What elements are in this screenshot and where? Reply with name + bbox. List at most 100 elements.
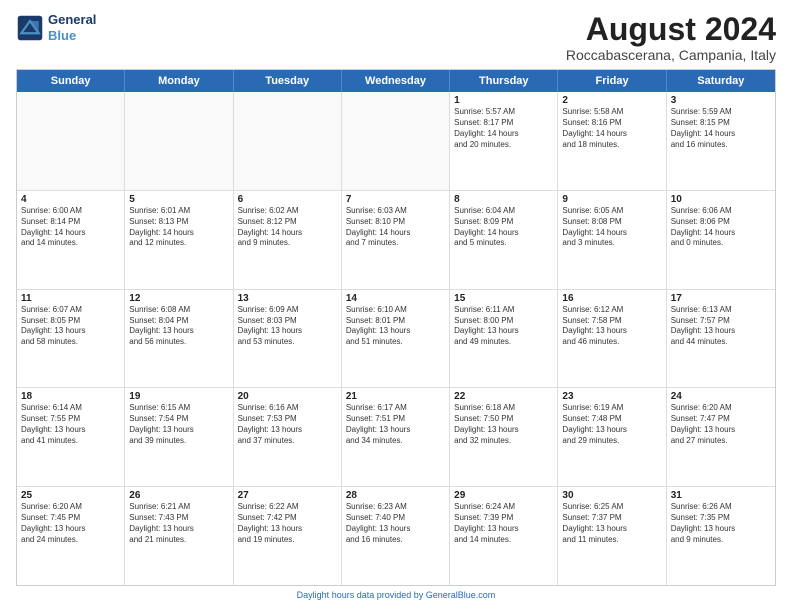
calendar-cell: 29Sunrise: 6:24 AM Sunset: 7:39 PM Dayli… xyxy=(450,487,558,585)
calendar-cell: 25Sunrise: 6:20 AM Sunset: 7:45 PM Dayli… xyxy=(17,487,125,585)
day-info: Sunrise: 6:18 AM Sunset: 7:50 PM Dayligh… xyxy=(454,403,553,446)
calendar-header: SundayMondayTuesdayWednesdayThursdayFrid… xyxy=(17,70,775,92)
day-number: 9 xyxy=(562,194,661,205)
day-number: 28 xyxy=(346,490,445,501)
day-number: 1 xyxy=(454,95,553,106)
calendar-cell: 31Sunrise: 6:26 AM Sunset: 7:35 PM Dayli… xyxy=(667,487,775,585)
page-subtitle: Roccabascerana, Campania, Italy xyxy=(566,47,776,63)
header-day-sunday: Sunday xyxy=(17,70,125,92)
calendar-body: 1Sunrise: 5:57 AM Sunset: 8:17 PM Daylig… xyxy=(17,92,775,585)
day-number: 12 xyxy=(129,293,228,304)
day-number: 19 xyxy=(129,391,228,402)
calendar-cell: 23Sunrise: 6:19 AM Sunset: 7:48 PM Dayli… xyxy=(558,388,666,486)
calendar-cell: 1Sunrise: 5:57 AM Sunset: 8:17 PM Daylig… xyxy=(450,92,558,190)
calendar-week-5: 25Sunrise: 6:20 AM Sunset: 7:45 PM Dayli… xyxy=(17,487,775,585)
day-info: Sunrise: 6:20 AM Sunset: 7:47 PM Dayligh… xyxy=(671,403,771,446)
calendar-cell: 30Sunrise: 6:25 AM Sunset: 7:37 PM Dayli… xyxy=(558,487,666,585)
header-day-tuesday: Tuesday xyxy=(234,70,342,92)
calendar-cell: 24Sunrise: 6:20 AM Sunset: 7:47 PM Dayli… xyxy=(667,388,775,486)
calendar-cell: 27Sunrise: 6:22 AM Sunset: 7:42 PM Dayli… xyxy=(234,487,342,585)
calendar-cell: 15Sunrise: 6:11 AM Sunset: 8:00 PM Dayli… xyxy=(450,290,558,388)
day-number: 26 xyxy=(129,490,228,501)
day-number: 30 xyxy=(562,490,661,501)
header-day-wednesday: Wednesday xyxy=(342,70,450,92)
footer-note: Daylight hours data provided by GeneralB… xyxy=(16,590,776,600)
day-number: 22 xyxy=(454,391,553,402)
calendar-cell: 7Sunrise: 6:03 AM Sunset: 8:10 PM Daylig… xyxy=(342,191,450,289)
day-info: Sunrise: 6:08 AM Sunset: 8:04 PM Dayligh… xyxy=(129,305,228,348)
day-number: 8 xyxy=(454,194,553,205)
page-title: August 2024 xyxy=(566,12,776,47)
day-info: Sunrise: 6:09 AM Sunset: 8:03 PM Dayligh… xyxy=(238,305,337,348)
day-number: 13 xyxy=(238,293,337,304)
day-info: Sunrise: 5:57 AM Sunset: 8:17 PM Dayligh… xyxy=(454,107,553,150)
logo-line1: General xyxy=(48,12,96,28)
day-number: 6 xyxy=(238,194,337,205)
title-block: August 2024 Roccabascerana, Campania, It… xyxy=(566,12,776,63)
calendar-week-1: 1Sunrise: 5:57 AM Sunset: 8:17 PM Daylig… xyxy=(17,92,775,191)
day-info: Sunrise: 6:19 AM Sunset: 7:48 PM Dayligh… xyxy=(562,403,661,446)
calendar-cell: 16Sunrise: 6:12 AM Sunset: 7:58 PM Dayli… xyxy=(558,290,666,388)
day-number: 21 xyxy=(346,391,445,402)
calendar-cell: 21Sunrise: 6:17 AM Sunset: 7:51 PM Dayli… xyxy=(342,388,450,486)
calendar-cell xyxy=(234,92,342,190)
calendar-cell: 6Sunrise: 6:02 AM Sunset: 8:12 PM Daylig… xyxy=(234,191,342,289)
day-info: Sunrise: 5:58 AM Sunset: 8:16 PM Dayligh… xyxy=(562,107,661,150)
logo-line2: Blue xyxy=(48,28,96,44)
day-info: Sunrise: 6:04 AM Sunset: 8:09 PM Dayligh… xyxy=(454,206,553,249)
day-number: 15 xyxy=(454,293,553,304)
calendar-cell xyxy=(17,92,125,190)
day-info: Sunrise: 6:07 AM Sunset: 8:05 PM Dayligh… xyxy=(21,305,120,348)
calendar-cell: 28Sunrise: 6:23 AM Sunset: 7:40 PM Dayli… xyxy=(342,487,450,585)
calendar-cell: 22Sunrise: 6:18 AM Sunset: 7:50 PM Dayli… xyxy=(450,388,558,486)
day-number: 7 xyxy=(346,194,445,205)
day-info: Sunrise: 6:20 AM Sunset: 7:45 PM Dayligh… xyxy=(21,502,120,545)
day-number: 14 xyxy=(346,293,445,304)
calendar-cell: 2Sunrise: 5:58 AM Sunset: 8:16 PM Daylig… xyxy=(558,92,666,190)
calendar-cell: 9Sunrise: 6:05 AM Sunset: 8:08 PM Daylig… xyxy=(558,191,666,289)
day-number: 5 xyxy=(129,194,228,205)
day-info: Sunrise: 6:11 AM Sunset: 8:00 PM Dayligh… xyxy=(454,305,553,348)
day-number: 25 xyxy=(21,490,120,501)
day-number: 27 xyxy=(238,490,337,501)
day-number: 17 xyxy=(671,293,771,304)
day-number: 11 xyxy=(21,293,120,304)
day-info: Sunrise: 6:23 AM Sunset: 7:40 PM Dayligh… xyxy=(346,502,445,545)
calendar-cell: 17Sunrise: 6:13 AM Sunset: 7:57 PM Dayli… xyxy=(667,290,775,388)
header-day-saturday: Saturday xyxy=(667,70,775,92)
header-day-thursday: Thursday xyxy=(450,70,558,92)
day-info: Sunrise: 6:17 AM Sunset: 7:51 PM Dayligh… xyxy=(346,403,445,446)
calendar-cell xyxy=(125,92,233,190)
day-info: Sunrise: 6:24 AM Sunset: 7:39 PM Dayligh… xyxy=(454,502,553,545)
day-number: 23 xyxy=(562,391,661,402)
calendar-week-2: 4Sunrise: 6:00 AM Sunset: 8:14 PM Daylig… xyxy=(17,191,775,290)
day-info: Sunrise: 6:02 AM Sunset: 8:12 PM Dayligh… xyxy=(238,206,337,249)
calendar-week-4: 18Sunrise: 6:14 AM Sunset: 7:55 PM Dayli… xyxy=(17,388,775,487)
day-info: Sunrise: 6:21 AM Sunset: 7:43 PM Dayligh… xyxy=(129,502,228,545)
calendar-cell: 11Sunrise: 6:07 AM Sunset: 8:05 PM Dayli… xyxy=(17,290,125,388)
day-info: Sunrise: 6:14 AM Sunset: 7:55 PM Dayligh… xyxy=(21,403,120,446)
day-info: Sunrise: 6:22 AM Sunset: 7:42 PM Dayligh… xyxy=(238,502,337,545)
day-number: 20 xyxy=(238,391,337,402)
day-info: Sunrise: 6:26 AM Sunset: 7:35 PM Dayligh… xyxy=(671,502,771,545)
calendar-cell: 14Sunrise: 6:10 AM Sunset: 8:01 PM Dayli… xyxy=(342,290,450,388)
day-info: Sunrise: 6:06 AM Sunset: 8:06 PM Dayligh… xyxy=(671,206,771,249)
day-number: 31 xyxy=(671,490,771,501)
day-info: Sunrise: 6:05 AM Sunset: 8:08 PM Dayligh… xyxy=(562,206,661,249)
calendar-cell: 3Sunrise: 5:59 AM Sunset: 8:15 PM Daylig… xyxy=(667,92,775,190)
calendar: SundayMondayTuesdayWednesdayThursdayFrid… xyxy=(16,69,776,586)
header-day-friday: Friday xyxy=(558,70,666,92)
day-info: Sunrise: 6:16 AM Sunset: 7:53 PM Dayligh… xyxy=(238,403,337,446)
logo-icon xyxy=(16,14,44,42)
footer-text: Daylight hours xyxy=(297,590,355,600)
calendar-cell xyxy=(342,92,450,190)
calendar-cell: 20Sunrise: 6:16 AM Sunset: 7:53 PM Dayli… xyxy=(234,388,342,486)
day-info: Sunrise: 6:10 AM Sunset: 8:01 PM Dayligh… xyxy=(346,305,445,348)
day-number: 24 xyxy=(671,391,771,402)
day-number: 18 xyxy=(21,391,120,402)
day-number: 3 xyxy=(671,95,771,106)
calendar-week-3: 11Sunrise: 6:07 AM Sunset: 8:05 PM Dayli… xyxy=(17,290,775,389)
day-number: 4 xyxy=(21,194,120,205)
calendar-cell: 12Sunrise: 6:08 AM Sunset: 8:04 PM Dayli… xyxy=(125,290,233,388)
calendar-cell: 26Sunrise: 6:21 AM Sunset: 7:43 PM Dayli… xyxy=(125,487,233,585)
